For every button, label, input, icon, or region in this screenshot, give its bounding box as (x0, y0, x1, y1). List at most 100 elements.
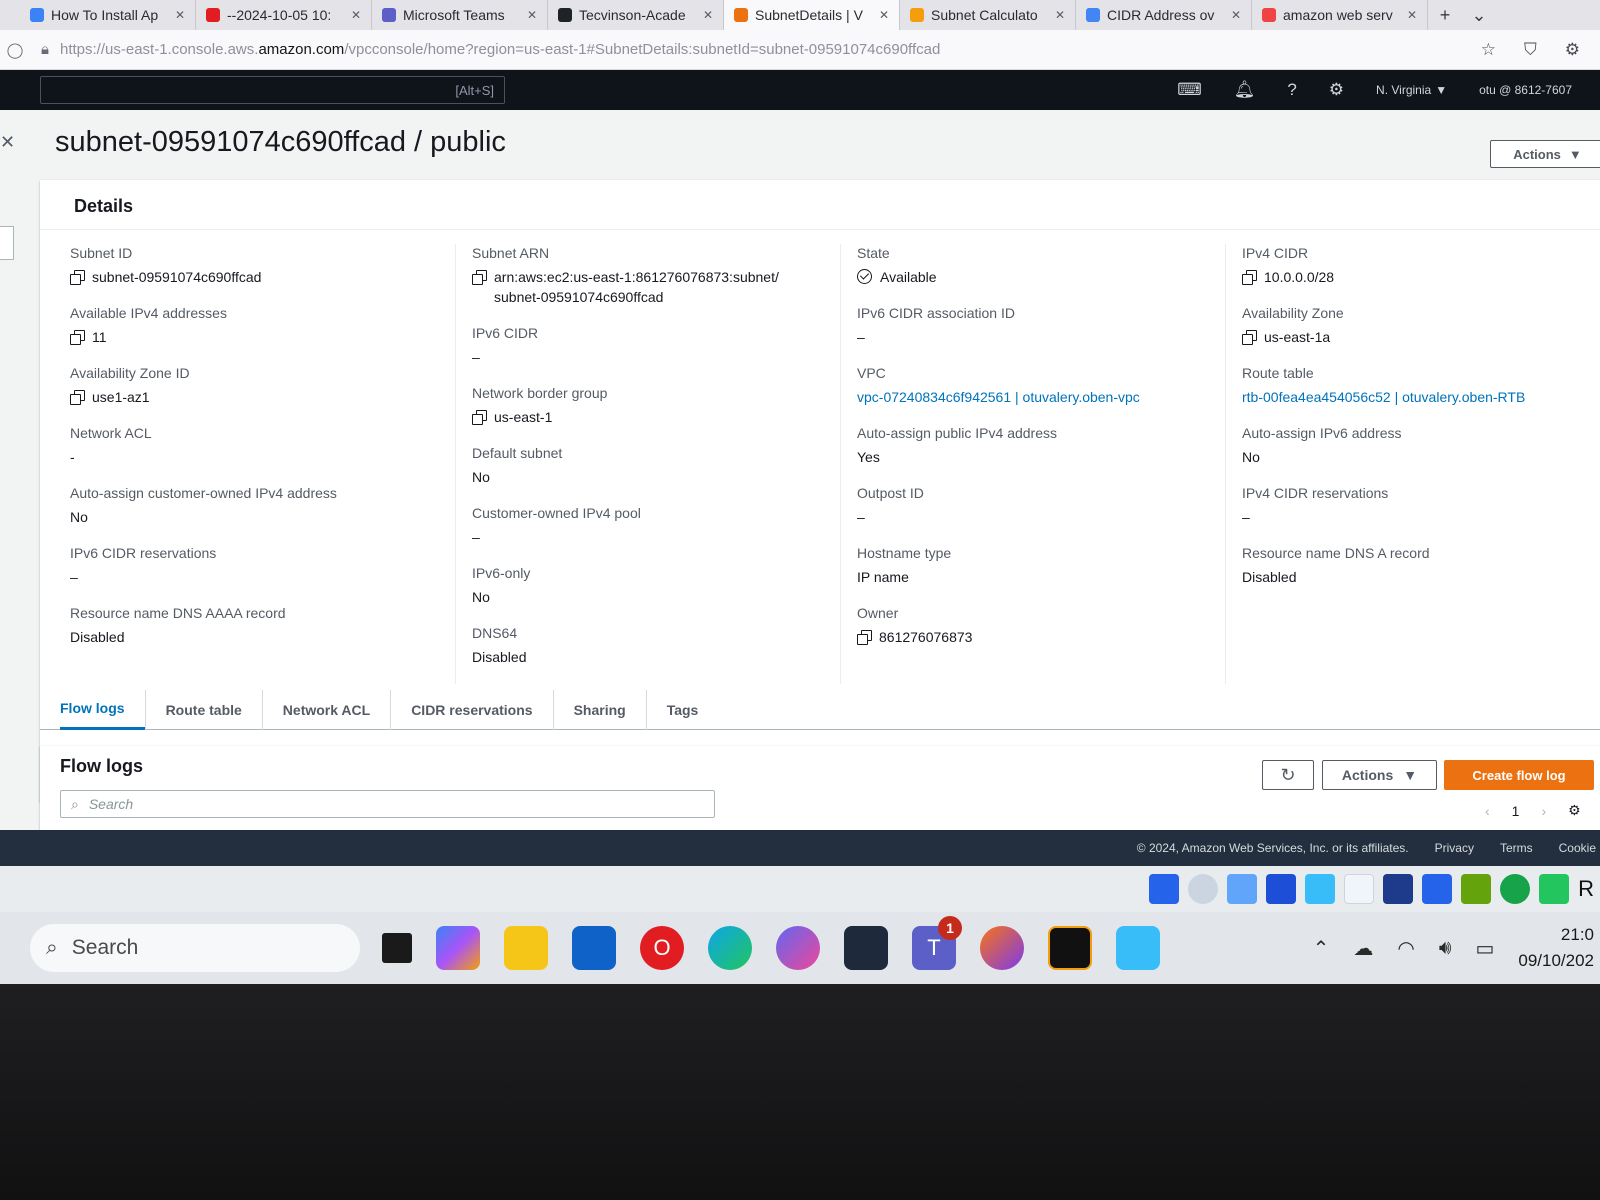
copy-icon[interactable] (1242, 330, 1257, 345)
file-explorer-icon[interactable] (504, 926, 548, 970)
bookmark-star-icon[interactable]: ☆ (1481, 40, 1496, 60)
battery-icon[interactable]: ▭ (1475, 936, 1494, 961)
tab-network-acl[interactable]: Network ACL (261, 689, 390, 730)
app-icon[interactable] (1048, 926, 1092, 970)
detail-value-text: – (1242, 509, 1250, 525)
tray-display-icon[interactable] (1422, 874, 1453, 904)
preferences-gear-icon[interactable]: ⚙ (1568, 802, 1581, 819)
copy-icon[interactable] (70, 330, 85, 345)
refresh-button[interactable]: ↻ (1262, 760, 1314, 790)
taskbar-clock[interactable]: 21:0 09/10/202 (1518, 922, 1594, 974)
footer-cookie-link[interactable]: Cookie (1559, 841, 1596, 855)
close-tab-icon[interactable]: ✕ (175, 8, 185, 22)
tab-route-table[interactable]: Route table (144, 689, 262, 730)
tray-globe-icon[interactable] (1500, 874, 1531, 904)
flow-logs-heading: Flow logs (60, 756, 143, 776)
copy-icon[interactable] (70, 390, 85, 405)
detail-link[interactable]: rtb-00fea4ea454056c52 | otuvalery.oben-R… (1242, 387, 1592, 407)
chevron-up-icon[interactable]: ⌃ (1313, 936, 1330, 961)
browser-tab[interactable]: Microsoft Teams ✕ (372, 0, 548, 30)
lock-icon[interactable]: 🔒︎ (30, 41, 60, 58)
next-page-icon[interactable]: › (1541, 803, 1546, 819)
tray-download-icon[interactable] (1539, 874, 1570, 904)
tray-pen-icon[interactable] (1305, 874, 1336, 904)
microsoft-store-icon[interactable] (572, 926, 616, 970)
copy-icon[interactable] (857, 630, 872, 645)
close-tab-icon[interactable]: ✕ (703, 8, 713, 22)
tray-disc-icon[interactable] (1188, 874, 1219, 904)
footer-privacy-link[interactable]: Privacy (1435, 841, 1474, 855)
opera-icon[interactable]: O (640, 926, 684, 970)
account-menu[interactable]: otu @ 8612-7607 (1479, 83, 1572, 97)
browser-tab[interactable]: Subnet Calculato ✕ (900, 0, 1076, 30)
tab-flow-logs[interactable]: Flow logs (60, 690, 145, 730)
close-tab-icon[interactable]: ✕ (1407, 8, 1417, 22)
settings-gear-icon[interactable]: ⚙ (1329, 80, 1344, 100)
aws-top-navigation: [Alt+S] ⌨ 🔔︎ ? ⚙ N. Virginia ▼ otu @ 8612… (0, 70, 1600, 110)
browser-tab[interactable]: Tecvinson-Acade ✕ (548, 0, 724, 30)
tab-sharing[interactable]: Sharing (552, 689, 646, 730)
tray-windows-icon[interactable] (1266, 874, 1297, 904)
detail-field: Subnet ID subnet-09591074c690ffcad (70, 244, 437, 287)
footer-terms-link[interactable]: Terms (1500, 841, 1533, 855)
close-tab-icon[interactable]: ✕ (527, 8, 537, 22)
new-tab-button[interactable]: + (1428, 5, 1462, 26)
notepad-icon[interactable] (1116, 926, 1160, 970)
aws-search-input[interactable]: [Alt+S] (40, 76, 505, 104)
close-tab-icon[interactable]: ✕ (351, 8, 361, 22)
copy-icon[interactable] (1242, 270, 1257, 285)
region-selector[interactable]: N. Virginia ▼ (1376, 83, 1447, 97)
detail-value-text: No (1242, 449, 1260, 465)
firefox-icon[interactable] (980, 926, 1024, 970)
tray-chart-icon[interactable] (1461, 874, 1492, 904)
extensions-icon[interactable]: ⚙ (1565, 40, 1580, 60)
copilot-icon[interactable] (436, 926, 480, 970)
shield-icon[interactable]: ◯ (0, 41, 30, 59)
flow-logs-search-input[interactable]: ⌕ Search (60, 790, 715, 818)
copy-icon[interactable] (472, 270, 487, 285)
close-tab-icon[interactable]: ✕ (1231, 8, 1241, 22)
current-page-number[interactable]: 1 (1512, 803, 1520, 819)
previous-page-icon[interactable]: ‹ (1485, 803, 1490, 819)
taskbar-search[interactable]: ⌕ Search (30, 924, 360, 972)
create-flow-log-button[interactable]: Create flow log (1444, 760, 1594, 790)
status-available-icon (857, 269, 872, 284)
volume-icon[interactable]: 🔊︎ (1439, 937, 1452, 960)
copy-icon[interactable] (70, 270, 85, 285)
page-actions-button[interactable]: Actions ▼ (1490, 140, 1600, 168)
tray-monitor-icon[interactable] (1383, 874, 1414, 904)
browser-tab[interactable]: --2024-10-05 10: ✕ (196, 0, 372, 30)
browser-tab[interactable]: amazon web serv ✕ (1252, 0, 1428, 30)
tab-tags[interactable]: Tags (645, 689, 719, 730)
cloudshell-icon[interactable]: ⌨ (1177, 80, 1202, 100)
close-tab-icon[interactable]: ✕ (1055, 8, 1065, 22)
tray-network-icon[interactable] (1227, 874, 1258, 904)
tab-cidr-reservations[interactable]: CIDR reservations (390, 689, 552, 730)
detail-link[interactable]: vpc-07240834c6f942561 | otuvalery.oben-v… (857, 387, 1207, 407)
browser-tab[interactable]: How To Install Ap ✕ (20, 0, 196, 30)
pocket-icon[interactable]: ⛉ (1524, 40, 1537, 60)
wifi-icon[interactable]: ◠ (1397, 936, 1414, 961)
task-view-icon[interactable] (382, 933, 412, 963)
browser-tab-label: How To Install Ap (51, 7, 159, 23)
detail-label: Resource name DNS A record (1242, 545, 1430, 561)
browser-icon[interactable] (776, 926, 820, 970)
tray-blank-icon[interactable] (1344, 874, 1375, 904)
edge-icon[interactable] (708, 926, 752, 970)
browser-tab[interactable]: CIDR Address ov ✕ (1076, 0, 1252, 30)
close-tab-icon[interactable]: ✕ (879, 8, 889, 22)
browser-tab[interactable]: SubnetDetails | V ✕ (724, 0, 900, 30)
help-icon[interactable]: ? (1287, 80, 1296, 100)
notifications-bell-icon[interactable]: 🔔︎ (1234, 80, 1256, 100)
teams-icon[interactable]: T1 (912, 916, 962, 970)
tray-letter-icon[interactable]: R (1578, 876, 1594, 902)
close-panel-icon[interactable]: ✕ (0, 132, 15, 153)
side-nav-toggle[interactable] (0, 226, 14, 260)
virtualbox-icon[interactable] (844, 926, 888, 970)
onedrive-icon[interactable]: ☁ (1353, 936, 1373, 961)
tab-list-button[interactable]: ⌄ (1462, 5, 1496, 26)
url-field[interactable]: https://us-east-1.console.aws.amazon.com… (60, 41, 1481, 58)
copy-icon[interactable] (472, 410, 487, 425)
tray-app-icon[interactable] (1149, 874, 1180, 904)
flow-logs-actions-button[interactable]: Actions ▼ (1322, 760, 1437, 790)
